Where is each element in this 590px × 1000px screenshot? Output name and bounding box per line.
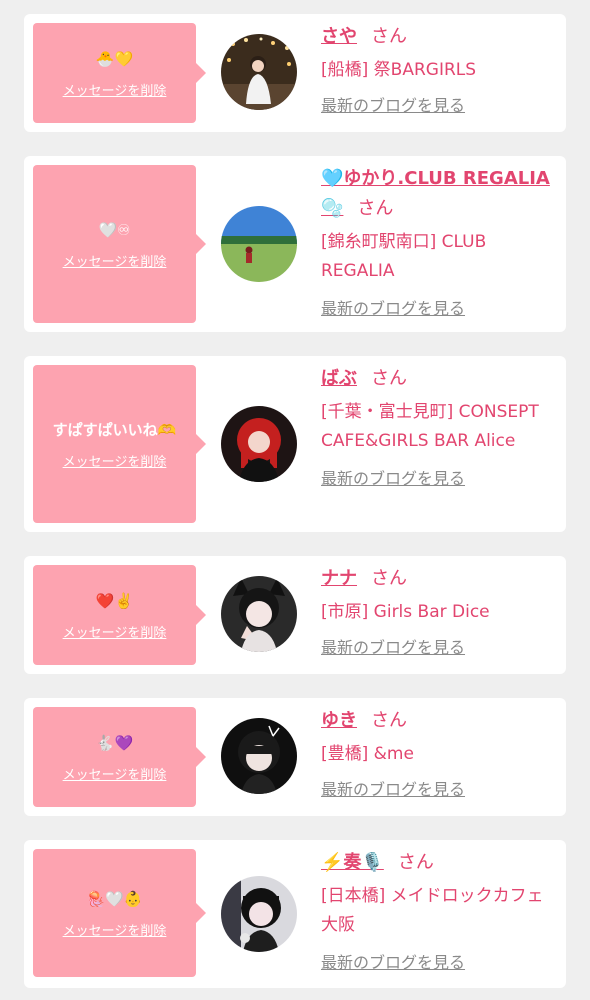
sender-info: ⚡️奏🎙️ さん [日本橋] メイドロックカフェ 大阪 最新のブログを見る bbox=[321, 848, 557, 974]
message-text: 🤍♾ bbox=[98, 220, 131, 239]
delete-message-link[interactable]: メッセージを削除 bbox=[63, 251, 167, 270]
honorific: さん bbox=[371, 568, 407, 589]
shop-link[interactable]: [日本橋] メイドロックカフェ 大阪 bbox=[321, 882, 557, 940]
honorific: さん bbox=[371, 26, 407, 47]
sender-info: ばぶ さん [千葉・富士見町] CONSEPT CAFE&GIRLS BAR Al… bbox=[321, 364, 557, 490]
sender-name-link[interactable]: 🩵ゆかり.CLUB REGALIA🫧 bbox=[321, 168, 550, 219]
sender-name-link[interactable]: ⚡️奏🎙️ bbox=[321, 852, 384, 873]
avatar[interactable] bbox=[221, 576, 297, 652]
latest-blog-link[interactable]: 最新のブログを見る bbox=[321, 298, 557, 320]
message-bubble: すぱすぱいいね🫶 メッセージを削除 bbox=[33, 365, 206, 523]
sender-info: さや さん [船橋] 祭BARGIRLS 最新のブログを見る bbox=[321, 22, 557, 117]
delete-message-link[interactable]: メッセージを削除 bbox=[63, 622, 167, 641]
honorific: さん bbox=[371, 710, 407, 731]
sender-info: ナナ さん [市原] Girls Bar Dice 最新のブログを見る bbox=[321, 564, 557, 659]
list-item: 🐣💛 メッセージを削除 さや さん [船橋] 祭BARGIRLS 最新のブログを見… bbox=[24, 14, 566, 132]
message-text: 🪼🤍👶 bbox=[86, 889, 143, 908]
sender-name-link[interactable]: さや bbox=[321, 26, 357, 47]
message-text: すぱすぱいいね🫶 bbox=[52, 420, 177, 439]
shop-link[interactable]: [千葉・富士見町] CONSEPT CAFE&GIRLS BAR Alice bbox=[321, 398, 557, 456]
list-item: 🐇💜 メッセージを削除 ゆき さん [豊橋] &me 最新のブログを見る bbox=[24, 698, 566, 816]
list-item: 🤍♾ メッセージを削除 🩵ゆかり.CLUB REGALIA🫧 さん [錦糸町駅南口… bbox=[24, 156, 566, 332]
message-bubble: 🐣💛 メッセージを削除 bbox=[33, 23, 206, 123]
list-item: すぱすぱいいね🫶 メッセージを削除 ばぶ さん [千葉・富士見町] CONSEPT… bbox=[24, 356, 566, 532]
shop-link[interactable]: [市原] Girls Bar Dice bbox=[321, 598, 557, 627]
sender-name-link[interactable]: ナナ bbox=[321, 568, 357, 589]
delete-message-link[interactable]: メッセージを削除 bbox=[63, 451, 167, 470]
message-text: 🐣💛 bbox=[95, 49, 134, 68]
message-bubble: 🤍♾ メッセージを削除 bbox=[33, 165, 206, 323]
sender-info: ゆき さん [豊橋] &me 最新のブログを見る bbox=[321, 706, 557, 801]
latest-blog-link[interactable]: 最新のブログを見る bbox=[321, 95, 557, 117]
latest-blog-link[interactable]: 最新のブログを見る bbox=[321, 779, 557, 801]
sender-name-link[interactable]: ばぶ bbox=[321, 368, 357, 389]
list-item: 🪼🤍👶 メッセージを削除 ⚡️奏🎙️ さん [日本橋] メイドロックカフェ 大阪 … bbox=[24, 840, 566, 988]
latest-blog-link[interactable]: 最新のブログを見る bbox=[321, 637, 557, 659]
avatar[interactable] bbox=[221, 34, 297, 110]
message-list: 🐣💛 メッセージを削除 さや さん [船橋] 祭BARGIRLS 最新のブログを見… bbox=[0, 0, 590, 1000]
honorific: さん bbox=[397, 852, 434, 873]
list-item: ❤️✌️ メッセージを削除 ナナ さん [市原] Girls Bar Dice 最… bbox=[24, 556, 566, 674]
message-bubble: 🪼🤍👶 メッセージを削除 bbox=[33, 849, 206, 977]
delete-message-link[interactable]: メッセージを削除 bbox=[63, 920, 167, 939]
shop-link[interactable]: [豊橋] &me bbox=[321, 740, 557, 769]
avatar[interactable] bbox=[221, 206, 297, 282]
avatar[interactable] bbox=[221, 876, 297, 952]
sender-name-link[interactable]: ゆき bbox=[321, 710, 357, 731]
avatar[interactable] bbox=[221, 406, 297, 482]
sender-info: 🩵ゆかり.CLUB REGALIA🫧 さん [錦糸町駅南口] CLUB REGAL… bbox=[321, 164, 557, 320]
message-bubble: ❤️✌️ メッセージを削除 bbox=[33, 565, 206, 665]
message-text: ❤️✌️ bbox=[95, 591, 134, 610]
avatar[interactable] bbox=[221, 718, 297, 794]
delete-message-link[interactable]: メッセージを削除 bbox=[63, 764, 167, 783]
message-bubble: 🐇💜 メッセージを削除 bbox=[33, 707, 206, 807]
honorific: さん bbox=[371, 368, 407, 389]
message-text: 🐇💜 bbox=[95, 733, 134, 752]
latest-blog-link[interactable]: 最新のブログを見る bbox=[321, 468, 557, 490]
shop-link[interactable]: [錦糸町駅南口] CLUB REGALIA bbox=[321, 228, 557, 286]
latest-blog-link[interactable]: 最新のブログを見る bbox=[321, 952, 557, 974]
delete-message-link[interactable]: メッセージを削除 bbox=[63, 80, 167, 99]
shop-link[interactable]: [船橋] 祭BARGIRLS bbox=[321, 56, 557, 85]
honorific: さん bbox=[357, 198, 394, 219]
